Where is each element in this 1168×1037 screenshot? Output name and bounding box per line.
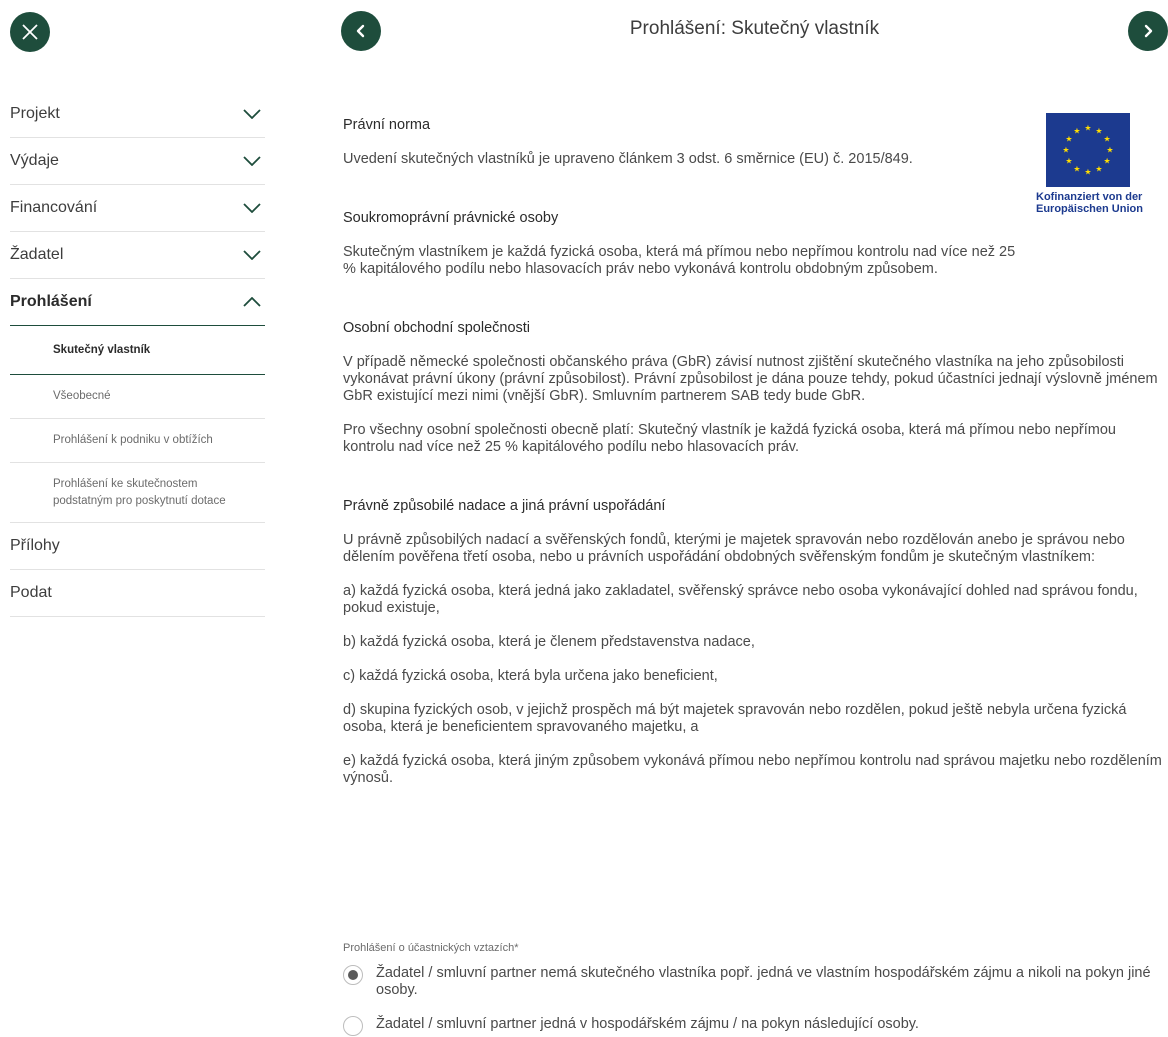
sidebar-item-vydaje[interactable]: Výdaje [10,138,265,185]
paragraph: Pro všechny osobní společnosti obecně pl… [343,422,1116,455]
section-heading: Osobní obchodní společnosti [343,320,531,336]
radio-option-on-behalf[interactable]: Žadatel / smluvní partner jedná v hospod… [343,1016,1156,1036]
chevron-right-icon [1144,24,1153,38]
sidebar-subitem-vseobecne[interactable]: Všeobecné [10,375,265,419]
next-page-button[interactable] [1128,11,1168,51]
close-button[interactable] [10,12,50,52]
sidebar-item-prilohy[interactable]: Přílohy [10,523,265,570]
sidebar-item-financovani[interactable]: Financování [10,185,265,232]
sidebar-subitem-label: Všeobecné [53,390,111,402]
close-icon [22,24,38,40]
sidebar-item-podat[interactable]: Podat [10,570,265,617]
radio-option-label: Žadatel / smluvní partner jedná v hospod… [376,1016,919,1032]
sidebar-item-label: Výdaje [10,152,59,169]
paragraph: U právně způsobilých nadací a svěřenskýc… [343,532,1125,565]
chevron-left-icon [356,24,365,38]
radio-button-checked[interactable] [343,965,363,985]
chevron-down-icon [243,250,261,260]
sidebar-item-projekt[interactable]: Projekt [10,91,265,138]
list-item: c) každá fyzická osoba, která byla určen… [343,668,718,684]
sidebar-item-label: Prohlášení [10,293,92,310]
paragraph: Skutečným vlastníkem je každá fyzická os… [343,244,1016,277]
sidebar-item-label: Přílohy [10,537,60,554]
chevron-up-icon [243,297,261,307]
sidebar-item-prohlaseni[interactable]: Prohlášení [10,279,265,326]
radio-option-no-owner[interactable]: Žadatel / smluvní partner nemá skutečnéh… [343,965,1156,999]
sidebar-item-label: Financování [10,199,98,216]
sidebar-subitem-label: Prohlášení k podniku v obtížích [53,434,213,446]
sidebar-item-label: Podat [10,584,52,601]
list-item: e) každá fyzická osoba, která jiným způs… [343,753,1162,786]
section-heading: Právní norma [343,117,431,133]
chevron-down-icon [243,156,261,166]
radio-button-unchecked[interactable] [343,1016,363,1036]
participation-label: Prohlášení o účastnických vztazích* [343,942,519,954]
list-item: a) každá fyzická osoba, která jedná jako… [343,583,1138,616]
list-item: d) skupina fyzických osob, v jejichž pro… [343,702,1127,735]
page-title: Prohlášení: Skutečný vlastník [629,18,880,39]
chevron-down-icon [243,109,261,119]
sidebar-subitem-label: Skutečný vlastník [53,343,151,356]
sidebar-subitem-skutecny-vlastnik[interactable]: Skutečný vlastník [10,326,265,375]
main-content: Právní norma Uvedení skutečných vlastník… [343,117,1163,787]
previous-page-button[interactable] [341,11,381,51]
sidebar-item-label: Žadatel [10,246,64,263]
sidebar-subitem-podnik-v-obtizich[interactable]: Prohlášení k podniku v obtížích [10,419,265,463]
section-heading: Právně způsobilé nadace a jiná právní us… [343,498,666,514]
sidebar-item-label: Projekt [10,105,60,122]
paragraph: Uvedení skutečných vlastníků je upraveno… [343,151,913,167]
sidebar-subitem-label: Prohlášení ke skutečnostem podstatným pr… [53,477,226,507]
sidebar-item-zadatel[interactable]: Žadatel [10,232,265,279]
section-heading: Soukromoprávní právnické osoby [343,210,559,226]
sidebar-nav: Projekt Výdaje Financování Žadatel Prohl… [10,91,265,617]
sidebar-subitem-skutecnosti-podstatne[interactable]: Prohlášení ke skutečnostem podstatným pr… [10,463,265,523]
paragraph: V případě německé společnosti občanského… [343,354,1158,404]
chevron-down-icon [243,203,261,213]
list-item: b) každá fyzická osoba, která je členem … [343,634,755,650]
radio-option-label: Žadatel / smluvní partner nemá skutečnéh… [376,965,1151,998]
